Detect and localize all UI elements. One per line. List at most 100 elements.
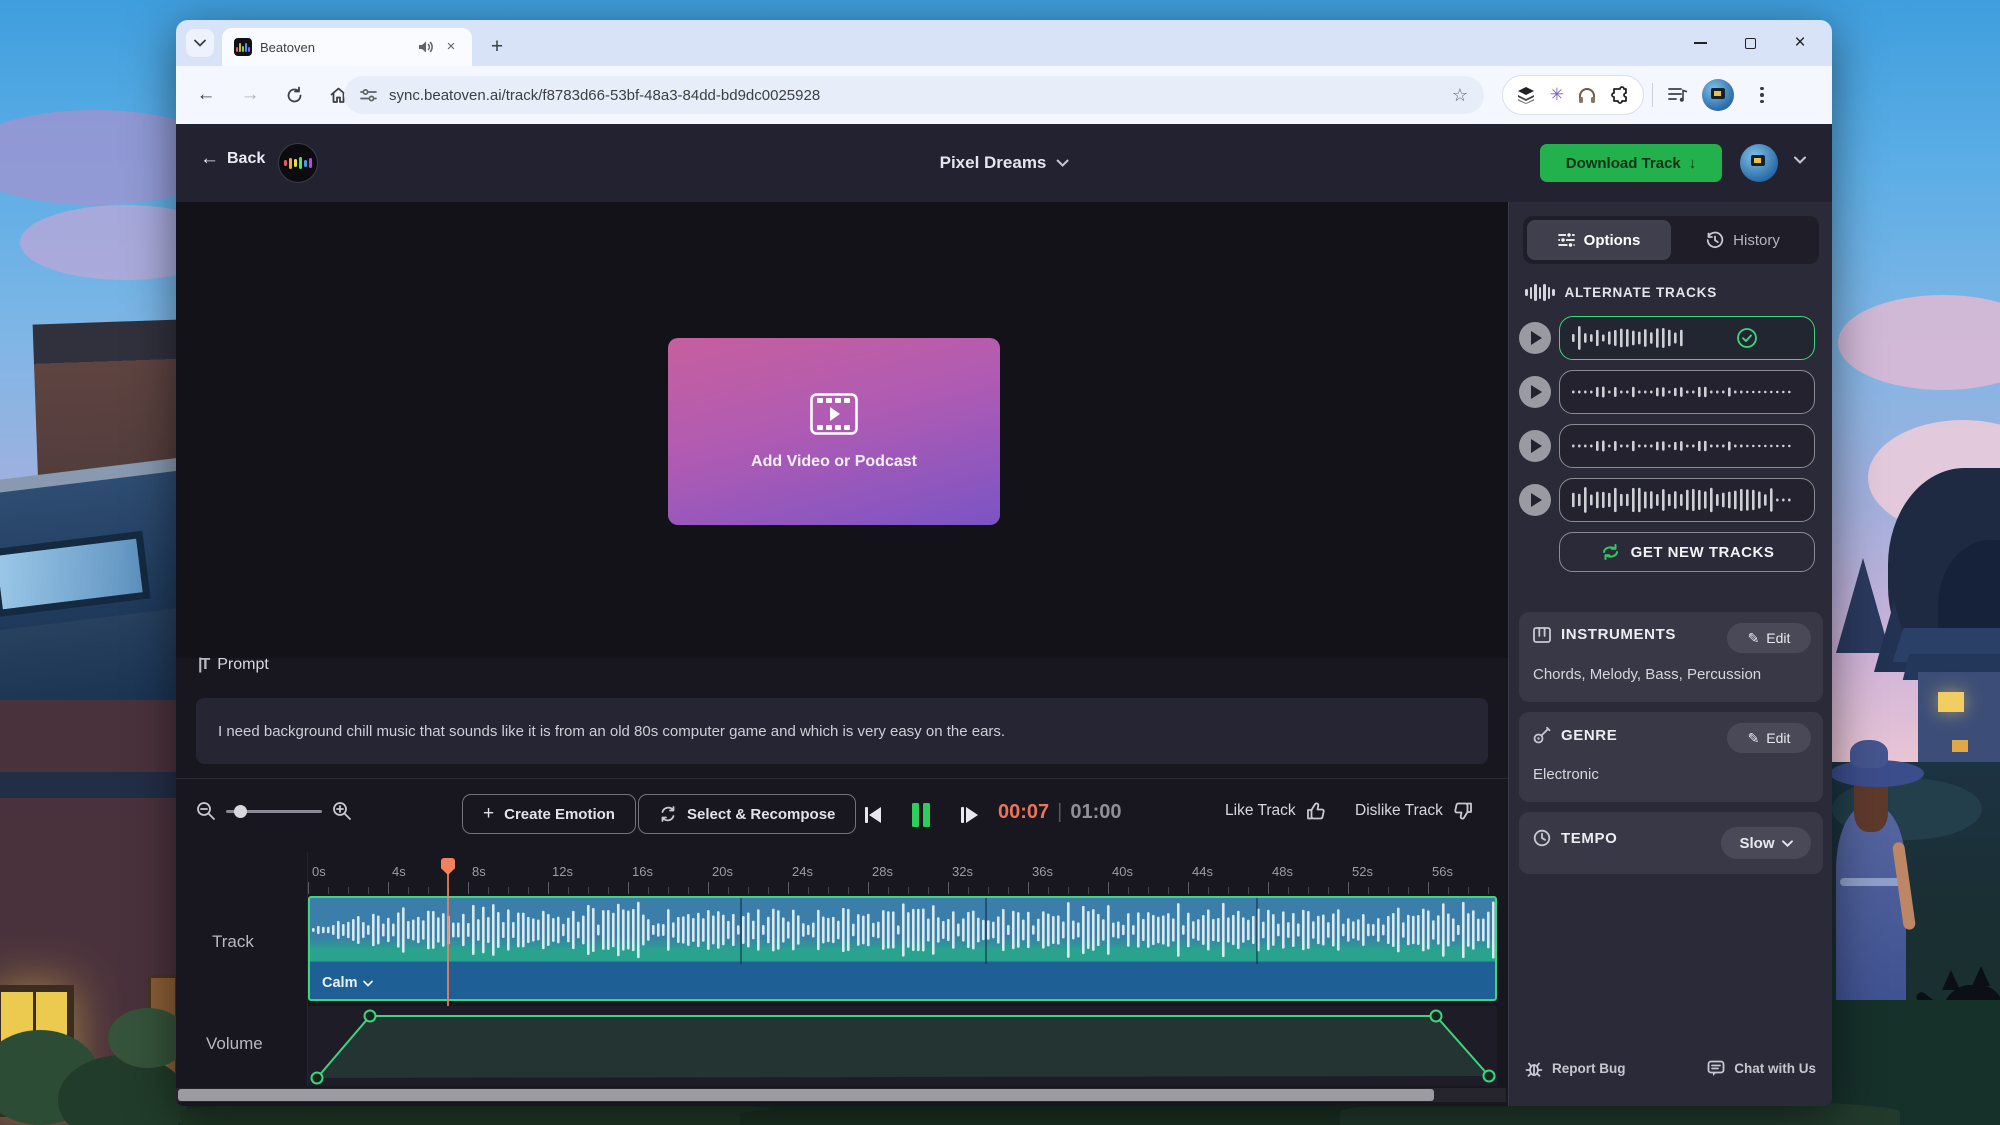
tab-options[interactable]: Options [1527, 220, 1671, 260]
extension-flower-icon[interactable]: ✳ [1550, 85, 1564, 105]
play-alternate-track-button[interactable] [1519, 430, 1551, 462]
scrollbar-thumb[interactable] [178, 1089, 1434, 1101]
volume-row-label: Volume [206, 1034, 263, 1054]
report-bug-button[interactable]: Report Bug [1525, 1060, 1626, 1077]
video-preview-area: Add Video or Podcast [176, 202, 1508, 658]
download-arrow-icon: ↓ [1689, 155, 1697, 172]
media-controls-icon[interactable] [1660, 77, 1696, 113]
prompt-input[interactable]: I need background chill music that sound… [196, 698, 1488, 764]
dislike-track-button[interactable]: Dislike Track [1355, 801, 1473, 821]
tab-close-icon[interactable]: × [442, 38, 460, 56]
genre-value: Electronic [1533, 766, 1599, 783]
wallpaper-cottage-window [1938, 692, 1964, 712]
pause-button[interactable] [906, 800, 936, 830]
like-track-button[interactable]: Like Track [1225, 801, 1326, 821]
get-new-tracks-button[interactable]: GET NEW TRACKS [1559, 532, 1815, 572]
zoom-slider-knob[interactable] [234, 805, 247, 818]
back-arrow-icon: ← [200, 148, 219, 170]
text-cursor-icon: |T [198, 656, 208, 674]
wallpaper-figure-hat [1850, 740, 1888, 768]
window-controls: × [1682, 28, 1818, 58]
volume-envelope[interactable] [308, 1006, 1497, 1086]
zoom-slider[interactable] [226, 810, 322, 813]
alternate-track-waveform-selected[interactable] [1559, 316, 1815, 360]
browser-toolbar: ← → sync.beatoven.ai/track/f8783d66-53bf… [176, 66, 1832, 124]
extension-headphones-icon[interactable] [1578, 87, 1596, 104]
sliders-icon [1558, 232, 1575, 248]
zoom-out-icon[interactable] [196, 801, 216, 821]
play-alternate-track-button[interactable] [1519, 376, 1551, 408]
pencil-icon: ✎ [1748, 630, 1760, 647]
new-tab-button[interactable]: + [482, 32, 512, 62]
skip-back-button[interactable] [858, 800, 888, 830]
tab-title: Beatoven [260, 40, 410, 55]
browser-tab[interactable]: Beatoven × [222, 28, 472, 66]
tab-audio-icon[interactable] [418, 40, 434, 54]
skip-forward-button[interactable] [954, 800, 984, 830]
tempo-dropdown[interactable]: Slow [1721, 827, 1811, 859]
wallpaper-cloud [1838, 295, 2000, 390]
reading-list-icon[interactable] [1517, 87, 1535, 104]
edit-instruments-button[interactable]: ✎ Edit [1727, 623, 1811, 653]
chat-with-us-button[interactable]: Chat with Us [1707, 1060, 1816, 1077]
browser-forward-icon[interactable]: → [232, 77, 268, 113]
play-alternate-track-button[interactable] [1519, 322, 1551, 354]
url-bar[interactable]: sync.beatoven.ai/track/f8783d66-53bf-48a… [344, 76, 1484, 114]
back-button[interactable]: ← Back [200, 148, 265, 170]
browser-menu-icon[interactable] [1744, 77, 1780, 113]
tab-strip: Beatoven × + × [176, 20, 1832, 66]
create-emotion-button[interactable]: + Create Emotion [462, 794, 636, 834]
site-info-icon[interactable] [360, 88, 377, 103]
account-chevron-icon[interactable] [1794, 156, 1806, 164]
user-avatar[interactable] [1740, 144, 1778, 182]
alternate-track-waveform[interactable] [1559, 478, 1815, 522]
browser-back-icon[interactable]: ← [188, 77, 224, 113]
add-video-or-podcast-card[interactable]: Add Video or Podcast [668, 338, 1000, 525]
tempo-card: TEMPO Slow [1519, 812, 1823, 874]
beatoven-app: ← Back Pixel Dreams Download Track ↓ [176, 124, 1832, 1106]
bug-icon [1525, 1060, 1543, 1077]
track-waveform [310, 898, 1495, 962]
url-text[interactable]: sync.beatoven.ai/track/f8783d66-53bf-48a… [389, 87, 1440, 104]
emotion-chip[interactable]: Calm [322, 975, 373, 991]
alternate-tracks-header: ALTERNATE TRACKS [1525, 284, 1717, 301]
thumbs-up-icon [1306, 801, 1326, 821]
app-header: ← Back Pixel Dreams Download Track ↓ [176, 124, 1832, 202]
bookmark-star-icon[interactable]: ☆ [1452, 85, 1468, 106]
window-minimize-button[interactable] [1682, 28, 1718, 58]
main-panel: Add Video or Podcast |T Prompt I need ba… [176, 202, 1508, 1106]
chevron-down-icon [1056, 159, 1068, 167]
browser-profile-avatar[interactable] [1702, 79, 1734, 111]
window-maximize-button[interactable] [1732, 28, 1768, 58]
play-alternate-track-button[interactable] [1519, 484, 1551, 516]
wallpaper-cat-ear [1972, 966, 1990, 986]
alternate-track-waveform[interactable] [1559, 370, 1815, 414]
track-row-label: Track [212, 932, 254, 952]
track-title-dropdown[interactable]: Pixel Dreams [940, 124, 1069, 202]
film-icon [810, 393, 858, 435]
alternate-track-waveform[interactable] [1559, 424, 1815, 468]
add-video-label: Add Video or Podcast [751, 453, 917, 471]
tab-search-button[interactable] [186, 29, 214, 57]
playback-controls-row: + Create Emotion Select & Recompose [176, 778, 1508, 848]
download-track-button[interactable]: Download Track ↓ [1540, 144, 1722, 182]
tab-history[interactable]: History [1671, 220, 1815, 260]
window-close-button[interactable]: × [1782, 28, 1818, 58]
extensions-puzzle-icon[interactable] [1611, 86, 1629, 104]
beatoven-logo [278, 143, 318, 183]
guitar-icon [1533, 726, 1551, 744]
track-clip[interactable]: Calm [308, 896, 1497, 1001]
timeline-ruler[interactable]: 0s4s8s12s16s20s24s28s32s36s40s44s48s52s5… [308, 856, 1504, 894]
clock-icon [1533, 829, 1551, 847]
chat-icon [1707, 1060, 1725, 1077]
wallpaper-grass [740, 1104, 1380, 1125]
select-recompose-button[interactable]: Select & Recompose [638, 794, 856, 834]
edit-genre-button[interactable]: ✎ Edit [1727, 723, 1811, 753]
browser-window: Beatoven × + × ← → [176, 20, 1832, 1106]
time-display: 00:07 | 01:00 [998, 801, 1122, 824]
browser-reload-icon[interactable] [276, 77, 312, 113]
zoom-in-icon[interactable] [332, 801, 352, 821]
instruments-value: Chords, Melody, Bass, Percussion [1533, 666, 1761, 683]
horizontal-scrollbar[interactable] [176, 1088, 1506, 1102]
wallpaper-figure-dress [1836, 806, 1906, 1018]
